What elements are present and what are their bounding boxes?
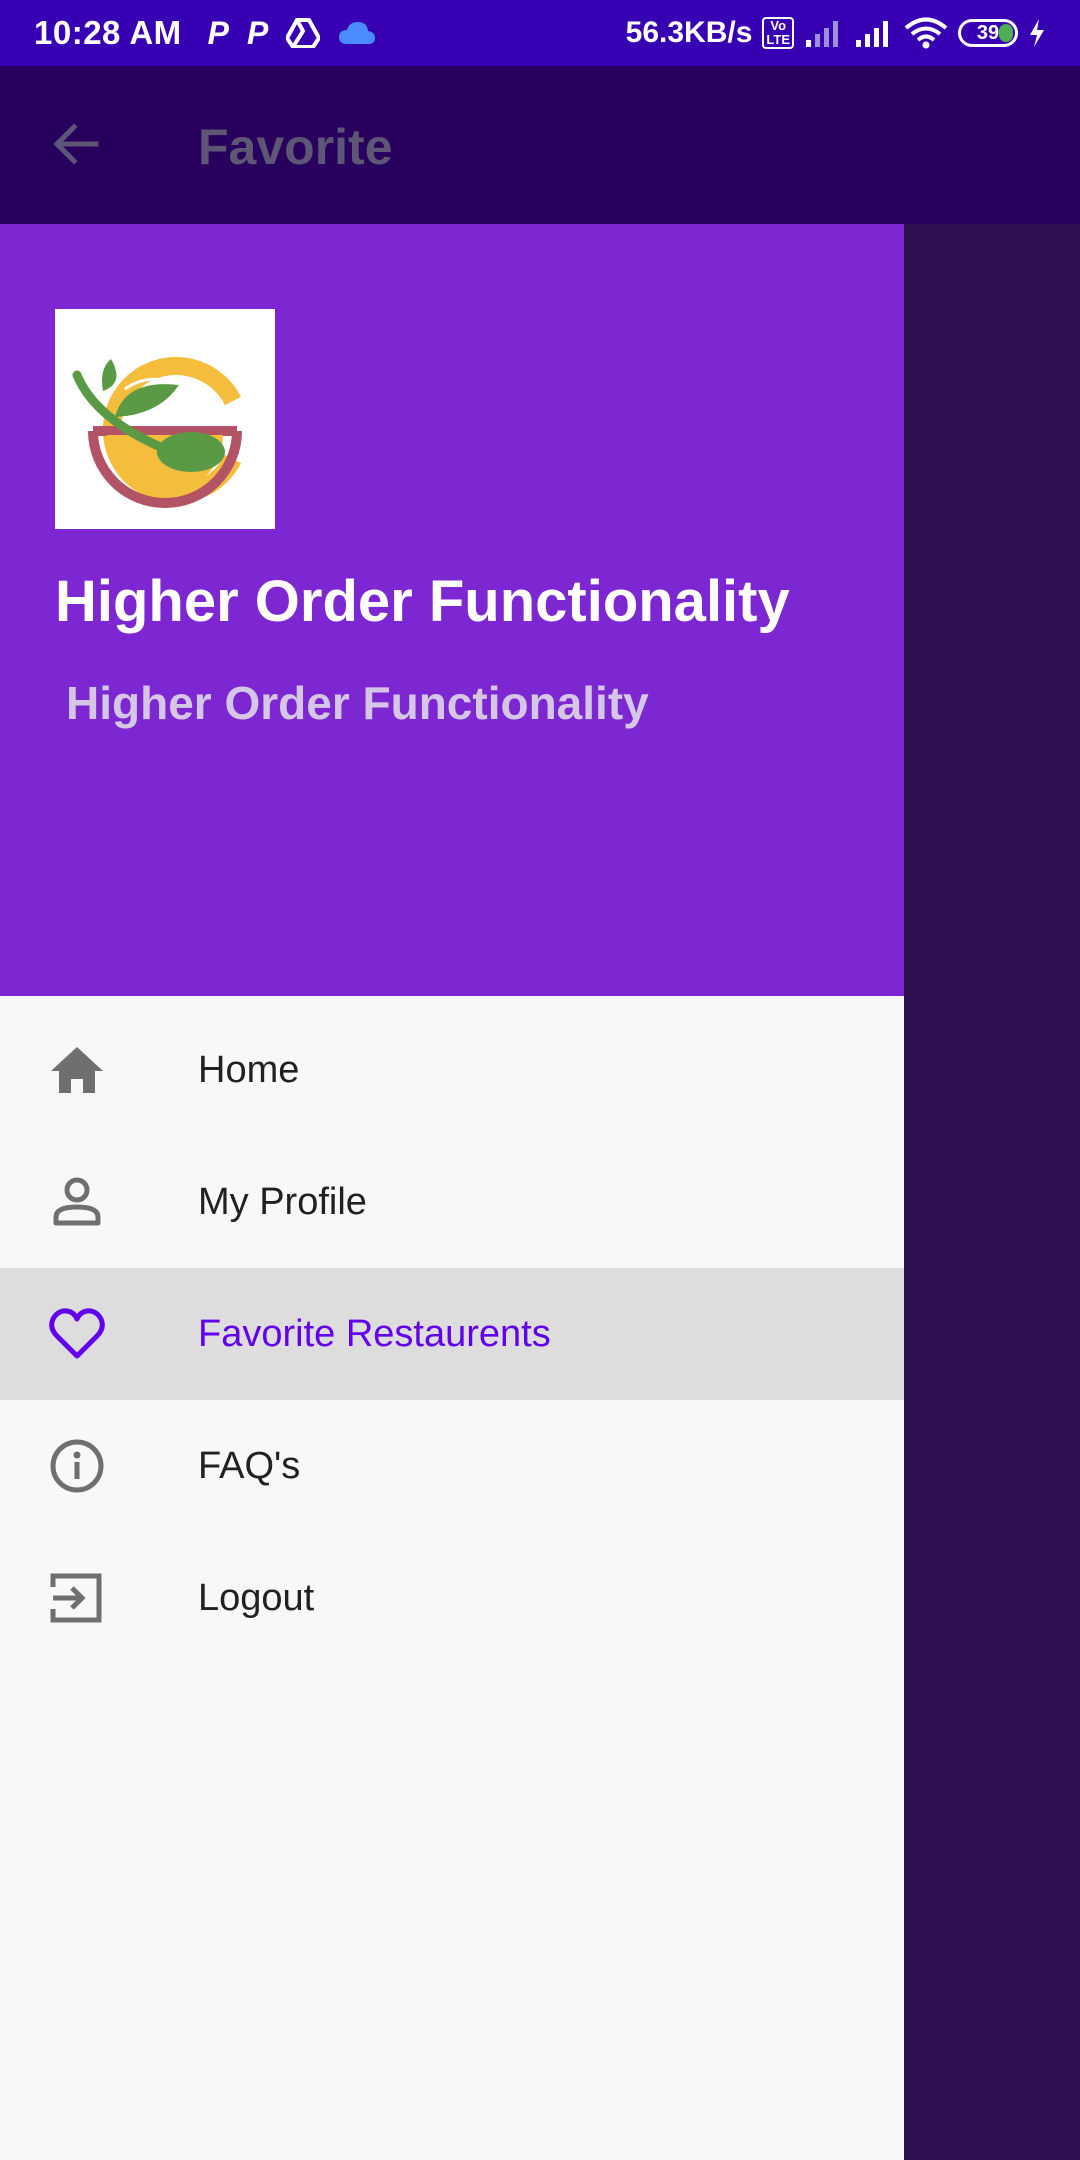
drive-icon: [286, 18, 321, 48]
network-speed: 56.3KB/s: [625, 16, 753, 49]
app-bar: Favorite: [0, 66, 1080, 224]
drawer-menu: Home My Profile Favorite Restaurents FAQ…: [0, 996, 904, 1664]
wifi-icon: [904, 17, 948, 49]
menu-item-my-profile[interactable]: My Profile: [0, 1136, 904, 1268]
navigation-drawer: Higher Order Functionality Higher Order …: [0, 224, 904, 2160]
battery-icon: 39: [958, 19, 1018, 47]
drawer-header: Higher Order Functionality Higher Order …: [0, 224, 904, 996]
person-icon: [48, 1173, 106, 1231]
status-bar: 10:28 AM P P 56.3KB/s Vo LTE 39: [0, 0, 1080, 66]
notification-icons: P P: [208, 15, 377, 52]
heart-icon: [48, 1305, 106, 1363]
info-icon: [48, 1437, 106, 1495]
logout-icon: [48, 1569, 106, 1627]
volte-icon: Vo LTE: [762, 17, 794, 49]
parking-icon: P: [207, 14, 230, 51]
menu-item-label: My Profile: [198, 1180, 367, 1223]
menu-item-logout[interactable]: Logout: [0, 1532, 904, 1664]
battery-level: 39: [976, 21, 1000, 44]
arrow-back-icon[interactable]: [48, 116, 104, 172]
menu-item-favorite-restaurents[interactable]: Favorite Restaurents: [0, 1268, 904, 1400]
home-icon: [48, 1041, 106, 1099]
status-time: 10:28 AM: [34, 14, 182, 51]
menu-item-label: Logout: [198, 1576, 315, 1619]
system-icons: 56.3KB/s Vo LTE 39: [626, 16, 1046, 50]
volte-bottom: LTE: [766, 32, 790, 47]
menu-item-label: Home: [198, 1048, 300, 1091]
parking-icon: P: [247, 14, 269, 51]
cloud-icon: [339, 22, 376, 44]
signal-icon: [806, 21, 838, 47]
menu-item-home[interactable]: Home: [0, 1004, 904, 1136]
menu-item-label: Favorite Restaurents: [198, 1312, 551, 1355]
signal-icon: [856, 21, 888, 47]
charging-icon: [1030, 19, 1044, 47]
page-title: Favorite: [198, 119, 393, 175]
drawer-subtitle: Higher Order Functionality: [66, 677, 649, 729]
volte-top: Vo: [770, 18, 787, 33]
drawer-title: Higher Order Functionality: [55, 569, 790, 634]
menu-item-label: FAQ's: [198, 1444, 301, 1487]
menu-item-faqs[interactable]: FAQ's: [0, 1400, 904, 1532]
restaurant-logo: [55, 309, 275, 529]
